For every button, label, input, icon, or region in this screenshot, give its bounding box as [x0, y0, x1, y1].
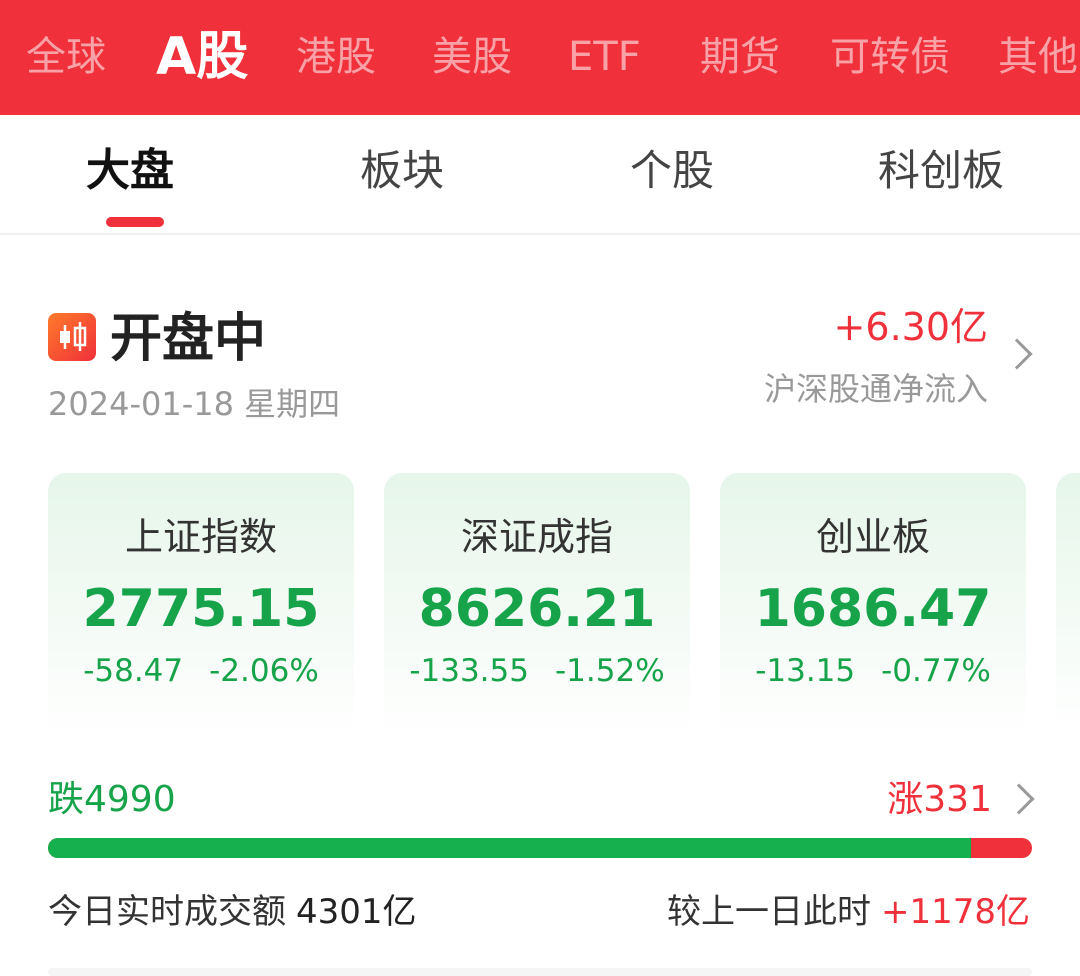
- turnover-summary: 今日实时成交额 4301亿: [48, 886, 417, 938]
- index-change-percent: -2.06%: [209, 653, 319, 689]
- index-change-points: -13.15: [755, 653, 856, 689]
- tab-market-overview[interactable]: 大盘: [86, 141, 174, 201]
- index-change: -13.15 -0.77%: [720, 649, 1026, 693]
- tab-convertible-bonds[interactable]: 可转债: [830, 0, 950, 115]
- tab-a-shares[interactable]: A股: [156, 0, 248, 115]
- turnover-compare-label: 较上一日此时: [666, 892, 871, 932]
- decline-portion: [48, 838, 971, 858]
- chevron-right-icon[interactable]: [1003, 783, 1035, 815]
- tab-futures[interactable]: 期货: [700, 0, 780, 115]
- index-change-points: -58.47: [83, 653, 184, 689]
- turnover-compare-amount: +1178亿: [880, 892, 1030, 932]
- tab-us-shares[interactable]: 美股: [432, 0, 512, 115]
- tab-hk-shares[interactable]: 港股: [296, 0, 376, 115]
- index-change: -58.47 -2.06%: [48, 649, 354, 693]
- index-change-percent: -1.52%: [554, 653, 665, 689]
- tab-stocks[interactable]: 个股: [630, 141, 714, 201]
- next-section-edge: [48, 968, 1032, 976]
- index-change-percent: -0.77%: [881, 653, 991, 689]
- index-value: 8626.21: [418, 579, 656, 639]
- sub-tab-bar: 大盘 板块 个股 科创板: [0, 115, 1080, 235]
- index-card-next[interactable]: [1056, 473, 1080, 735]
- falling-count: 跌4990: [48, 779, 176, 820]
- turnover-amount: 4301亿: [296, 892, 417, 932]
- index-value: 1686.47: [754, 579, 992, 639]
- chevron-right-icon[interactable]: [1001, 338, 1033, 370]
- tab-star-market[interactable]: 科创板: [878, 141, 1004, 201]
- turnover-compare: 较上一日此时 +1178亿: [667, 886, 1030, 938]
- index-change: -133.55 -1.52%: [384, 649, 690, 693]
- index-card-shenzhen[interactable]: 深证成指 8626.21 -133.55 -1.52%: [384, 473, 690, 735]
- northbound-flow-value[interactable]: +6.30亿: [834, 302, 988, 352]
- market-date: 2024-01-18 星期四: [48, 385, 341, 423]
- tab-sectors[interactable]: 板块: [360, 141, 444, 201]
- index-name: 上证指数: [124, 515, 277, 559]
- active-tab-indicator: [106, 217, 164, 227]
- index-card-chinext[interactable]: 创业板 1686.47 -13.15 -0.77%: [720, 473, 1026, 735]
- advance-decline-bar: [48, 838, 1032, 858]
- tab-other[interactable]: 其他: [998, 0, 1078, 115]
- tab-etf[interactable]: ETF: [568, 0, 641, 115]
- index-name: 创业板: [815, 515, 930, 559]
- market-status-title: 开盘中: [110, 309, 267, 369]
- tab-global[interactable]: 全球: [26, 0, 106, 115]
- turnover-label: 今日实时成交额: [48, 892, 286, 932]
- index-name: 深证成指: [460, 515, 613, 559]
- market-tab-bar: 全球 A股 港股 美股 ETF 期货 可转债 其他: [0, 0, 1080, 115]
- rising-count[interactable]: 涨331: [887, 775, 992, 825]
- candlestick-icon: [48, 313, 96, 361]
- index-value: 2775.15: [82, 579, 320, 639]
- index-card-shanghai[interactable]: 上证指数 2775.15 -58.47 -2.06%: [48, 473, 354, 735]
- northbound-flow-label[interactable]: 沪深股通净流入: [764, 366, 988, 412]
- index-change-points: -133.55: [409, 653, 529, 689]
